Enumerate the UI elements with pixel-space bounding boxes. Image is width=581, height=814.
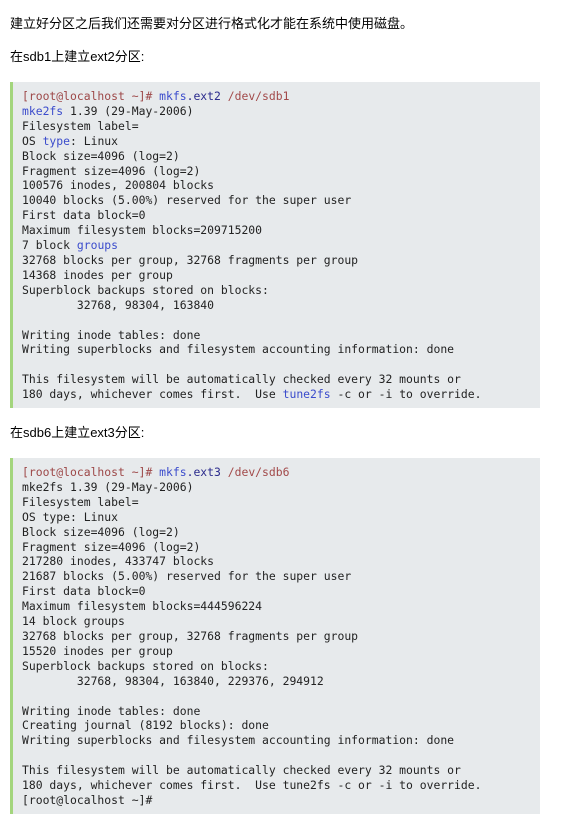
code-token: [root@localhost ~]# [22, 89, 160, 103]
code-token: First data block=0 [22, 208, 146, 223]
heading-ext2-partition: 在sdb1上建立ext2分区: [10, 49, 145, 64]
code-token: .ext2 [186, 89, 221, 103]
code-token: mke2fs 1.39 (29-May-2006) [22, 479, 194, 494]
code-token: type [42, 133, 71, 148]
code-token: [root@localhost ~]# [22, 792, 153, 807]
code-token: groups [76, 238, 119, 253]
terminal-output-ext2: [root@localhost ~]# mkfs.ext2 /dev/sdb1 … [22, 89, 532, 402]
code-token: This filesystem will be automatically ch… [22, 763, 461, 778]
code-token: 15520 inodes per group [22, 643, 173, 658]
code-token: : Linux [70, 133, 119, 148]
code-token: This filesystem will be automatically ch… [22, 372, 461, 387]
code-token: 10040 blocks (5.00%) reserved for the su… [22, 193, 352, 208]
code-token: Superblock backups stored on blocks: [22, 282, 269, 297]
code-token: Fragment size=4096 (log=2) [22, 163, 201, 178]
code-token: 7 block [22, 238, 77, 253]
code-token: 14368 inodes per group [22, 267, 173, 282]
code-token: 217280 inodes, 433747 blocks [22, 554, 215, 569]
code-token: 32768, 98304, 163840, 229376, 294912 [22, 673, 324, 688]
heading-ext3-partition: 在sdb6上建立ext3分区: [10, 425, 145, 441]
code-token: 32768 blocks per group, 32768 fragments … [22, 629, 359, 643]
code-token: Writing inode tables: done [22, 327, 201, 342]
code-token: Filesystem label= [22, 494, 139, 509]
code-token: .ext3 [186, 465, 221, 480]
code-token: Maximum filesystem blocks=209715200 [22, 223, 263, 238]
terminal-output-ext3: [root@localhost ~]# mkfs.ext3 /dev/sdb6 … [22, 465, 532, 808]
code-token: OS [22, 133, 43, 148]
code-token: 14 block groups [22, 614, 125, 629]
code-token: OS type: Linux [22, 509, 119, 524]
code-token: 1.39 (29-May-2006) [63, 103, 194, 118]
code-token: Fragment size=4096 (log=2) [22, 539, 201, 554]
intro-paragraph: 建立好分区之后我们还需要对分区进行格式化才能在系统中使用磁盘。 [10, 16, 414, 31]
article-page: 建立好分区之后我们还需要对分区进行格式化才能在系统中使用磁盘。 在sdb1上建立… [0, 0, 581, 814]
code-token: mke2fs [22, 103, 64, 118]
code-token: Maximum filesystem blocks=444596224 [22, 599, 263, 614]
code-token: -c or -i to override. [330, 387, 482, 402]
code-token: Filesystem label= [22, 118, 139, 133]
code-token: mkfs [159, 465, 187, 480]
code-block-ext2: [root@localhost ~]# mkfs.ext2 /dev/sdb1 … [10, 82, 540, 409]
code-token: 180 days, whichever comes first. Use [22, 387, 283, 402]
code-token: First data block=0 [22, 584, 146, 599]
code-block-ext3: [root@localhost ~]# mkfs.ext3 /dev/sdb6 … [10, 458, 540, 814]
code-token: /dev/sdb1 [227, 89, 290, 103]
code-token: 32768, 98304, 163840 [22, 297, 215, 312]
code-token: 100576 inodes, 200804 blocks [22, 178, 215, 193]
code-token: Writing inode tables: done [22, 703, 201, 718]
code-token: tune2fs [282, 387, 331, 402]
code-token: 180 days, whichever comes first. Use tun… [22, 778, 482, 793]
code-token: mkfs [159, 89, 187, 103]
code-token: Block size=4096 (log=2) [22, 148, 180, 163]
code-token: Writing superblocks and filesystem accou… [22, 342, 455, 357]
code-token: 32768 blocks per group, 32768 fragments … [22, 252, 359, 267]
code-token: [root@localhost ~]# [22, 465, 160, 480]
code-token: Superblock backups stored on blocks: [22, 658, 269, 673]
code-token: Writing superblocks and filesystem accou… [22, 733, 455, 748]
code-token: 21687 blocks (5.00%) reserved for the su… [22, 569, 352, 584]
code-token: Block size=4096 (log=2) [22, 524, 180, 539]
code-token: /dev/sdb6 [227, 465, 290, 480]
code-token: Creating journal (8192 blocks): done [22, 718, 269, 733]
